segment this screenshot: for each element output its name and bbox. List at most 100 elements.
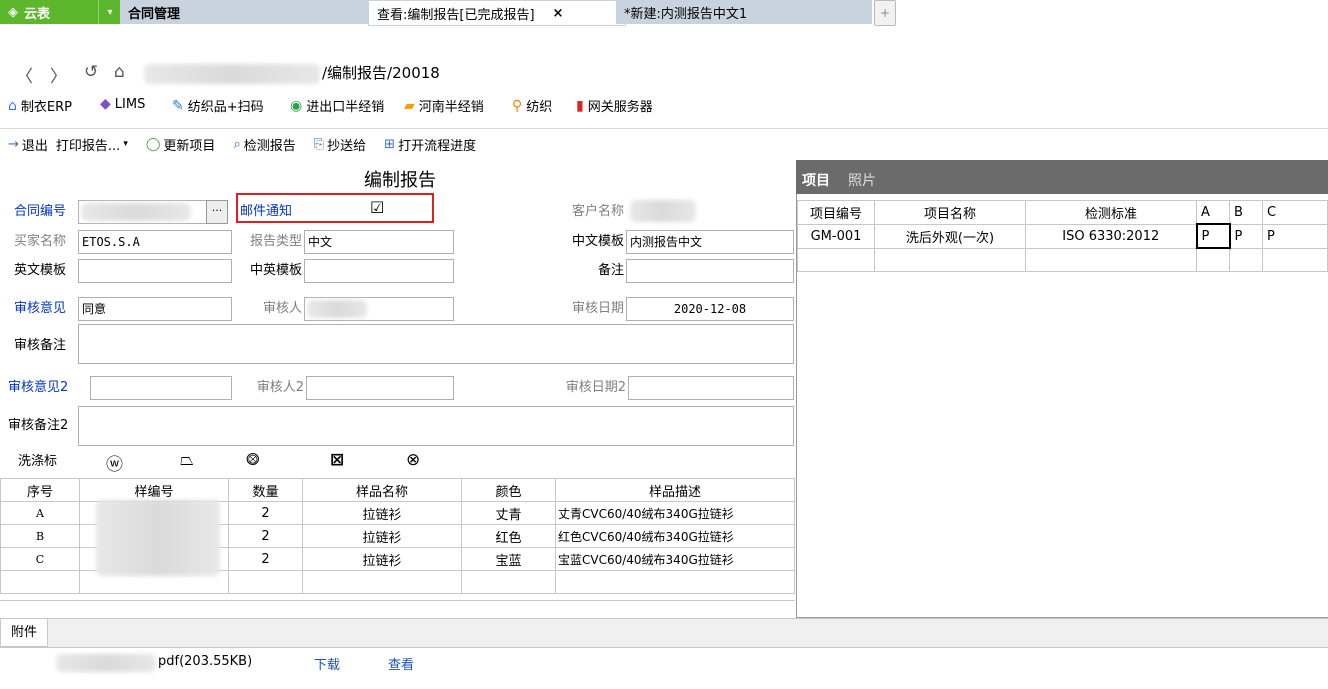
table-cell[interactable]: 丈青CVC60/40绒布340G拉链衫 bbox=[555, 501, 795, 525]
table-cell[interactable] bbox=[1229, 247, 1263, 272]
attachment-list: pdf(203.55KB) 下载 查看 bbox=[0, 647, 1328, 689]
bookmark-gateway[interactable]: ▮ 网关服务器 bbox=[576, 96, 653, 116]
review-opinion-field[interactable]: 同意 bbox=[78, 297, 232, 321]
cn-template-field[interactable]: 内测报告中文 bbox=[626, 230, 794, 254]
table-cell[interactable]: 拉链衫 bbox=[302, 501, 462, 525]
tab-items[interactable]: 项目 bbox=[802, 170, 830, 190]
review-remark-field[interactable] bbox=[78, 324, 794, 364]
close-icon[interactable]: × bbox=[553, 6, 564, 21]
remark-field[interactable] bbox=[626, 259, 794, 283]
table-cell[interactable] bbox=[228, 570, 303, 594]
col-header: 数量 bbox=[228, 478, 303, 502]
col-header: 颜色 bbox=[461, 478, 556, 502]
cc-button[interactable]: ⎘ 抄送给 bbox=[314, 135, 366, 154]
table-row[interactable]: GM-001 洗后外观(一次) ISO 6330:2012 P P P bbox=[797, 223, 1328, 249]
table-cell[interactable]: B bbox=[0, 524, 80, 548]
bookmark-textile[interactable]: ⚲ 纺织 bbox=[512, 96, 552, 116]
table-cell[interactable]: 洗后外观(一次) bbox=[874, 223, 1026, 249]
tab-view-report[interactable]: 查看:编制报告[已完成报告] × bbox=[368, 0, 626, 26]
review-opinion2-field[interactable] bbox=[90, 376, 232, 400]
check-report-button[interactable]: ⌕ 检测报告 bbox=[233, 135, 295, 154]
reviewer-label: 审核人 bbox=[262, 301, 302, 316]
table-cell[interactable]: 拉链衫 bbox=[302, 547, 462, 571]
home-icon[interactable]: ⌂ bbox=[114, 62, 125, 82]
review-opinion-label: 审核意见 bbox=[14, 301, 67, 316]
table-cell[interactable]: P bbox=[1229, 223, 1263, 249]
tag-icon: ◆ bbox=[100, 96, 111, 112]
open-flow-button[interactable]: ⊞ 打开流程进度 bbox=[384, 135, 476, 154]
table-row[interactable] bbox=[797, 247, 1328, 272]
no-tumble-dry-icon: ⊠ bbox=[330, 450, 345, 470]
table-cell[interactable]: 宝蓝CVC60/40绒布340G拉链衫 bbox=[555, 547, 795, 571]
table-cell[interactable]: 丈青 bbox=[461, 501, 556, 525]
table-cell[interactable]: ISO 6330:2012 bbox=[1025, 223, 1197, 249]
cn-template-label: 中文模板 bbox=[571, 234, 624, 249]
table-cell[interactable] bbox=[0, 570, 80, 594]
review-remark2-field[interactable] bbox=[78, 406, 794, 446]
address-path[interactable]: /编制报告/20018 bbox=[322, 62, 440, 83]
menu-dropdown-icon[interactable]: ▾ bbox=[98, 0, 121, 24]
bookmark-import-export[interactable]: ◉ 进出口半经销 bbox=[290, 96, 384, 116]
forward-icon[interactable]: 〉 bbox=[50, 62, 67, 87]
tab-photos[interactable]: 照片 bbox=[848, 170, 876, 190]
server-icon: ▮ bbox=[576, 97, 584, 114]
view-link[interactable]: 查看 bbox=[388, 654, 414, 673]
table-cell[interactable]: GM-001 bbox=[797, 223, 875, 249]
review-date2-field[interactable] bbox=[628, 376, 794, 400]
download-link[interactable]: 下载 bbox=[314, 654, 340, 673]
samples-header-row: 序号 样编号 数量 样品名称 颜色 样品描述 bbox=[0, 478, 795, 502]
review-date-field[interactable]: 2020-12-08 bbox=[626, 297, 794, 321]
tab-contract[interactable]: 合同管理 bbox=[120, 0, 376, 24]
report-type-field[interactable]: 中文 bbox=[304, 230, 454, 254]
review-remark-label: 审核备注 bbox=[14, 338, 67, 353]
en-template-field[interactable] bbox=[78, 259, 232, 283]
table-cell[interactable]: 2 bbox=[228, 524, 303, 548]
cn-en-template-label: 中英模板 bbox=[249, 263, 302, 278]
table-cell[interactable]: 宝蓝 bbox=[461, 547, 556, 571]
refresh-items-button[interactable]: ◯ 更新项目 bbox=[146, 135, 216, 154]
table-cell[interactable] bbox=[555, 570, 795, 594]
table-cell[interactable]: 红色 bbox=[461, 524, 556, 548]
print-report-button[interactable]: 打印报告... ▾ bbox=[56, 135, 128, 154]
table-cell[interactable]: 拉链衫 bbox=[302, 524, 462, 548]
table-cell[interactable] bbox=[1196, 247, 1230, 272]
tab-attachments[interactable]: 附件 bbox=[0, 619, 48, 647]
table-cell[interactable] bbox=[1262, 247, 1328, 272]
table-cell[interactable]: P bbox=[1262, 223, 1328, 249]
table-cell[interactable] bbox=[874, 247, 1026, 272]
exit-button[interactable]: → 退出 bbox=[8, 135, 48, 154]
wash-label: 洗涤标 bbox=[18, 454, 58, 469]
table-cell[interactable] bbox=[1025, 247, 1197, 272]
reviewer2-field[interactable] bbox=[306, 376, 454, 400]
table-cell[interactable]: A bbox=[0, 501, 80, 525]
table-cell[interactable]: C bbox=[0, 547, 80, 571]
bookmark-textile-scan[interactable]: ✎ 纺织品+扫码 bbox=[172, 96, 264, 116]
address-blurred bbox=[144, 64, 320, 84]
back-icon[interactable]: 〈 bbox=[16, 62, 33, 87]
table-cell[interactable]: P bbox=[1195, 223, 1231, 249]
circle-refresh-icon: ◯ bbox=[145, 136, 161, 152]
add-tab-button[interactable]: + bbox=[874, 0, 896, 26]
contract-no-picker-button[interactable]: ··· bbox=[206, 200, 228, 224]
bookmark-henan[interactable]: ▰ 河南半经销 bbox=[404, 96, 484, 116]
table-cell[interactable] bbox=[797, 247, 875, 272]
app-logo-tab[interactable]: ◈ 云表 bbox=[0, 0, 106, 24]
table-cell[interactable] bbox=[461, 570, 556, 594]
refresh-icon[interactable]: ↺ bbox=[84, 62, 98, 82]
magnifier-icon: ⌕ bbox=[233, 136, 241, 152]
toolbar: → 退出 打印报告... ▾ ◯ 更新项目 ⌕ 检测报告 ⎘ 抄送给 ⊞ 打开流程进度 bbox=[0, 128, 1328, 159]
review-date2-label: 审核日期2 bbox=[565, 380, 626, 395]
reviewer-field[interactable] bbox=[304, 297, 454, 321]
table-cell[interactable] bbox=[302, 570, 462, 594]
bookmark-erp[interactable]: ⌂ 制衣ERP bbox=[8, 96, 72, 116]
buyer-field[interactable]: ETOS.S.A bbox=[78, 230, 232, 254]
table-cell[interactable]: 2 bbox=[228, 501, 303, 525]
reviewer-blurred bbox=[307, 300, 367, 318]
table-cell[interactable]: 红色CVC60/40绒布340G拉链衫 bbox=[555, 524, 795, 548]
table-cell[interactable]: 2 bbox=[228, 547, 303, 571]
cn-en-template-field[interactable] bbox=[304, 259, 454, 283]
bookmark-lims[interactable]: ◆ LIMS bbox=[100, 96, 145, 112]
col-header: C bbox=[1262, 200, 1328, 225]
contract-no-label: 合同编号 bbox=[14, 204, 67, 219]
tab-new-report[interactable]: *新建:内测报告中文1 bbox=[616, 0, 872, 24]
